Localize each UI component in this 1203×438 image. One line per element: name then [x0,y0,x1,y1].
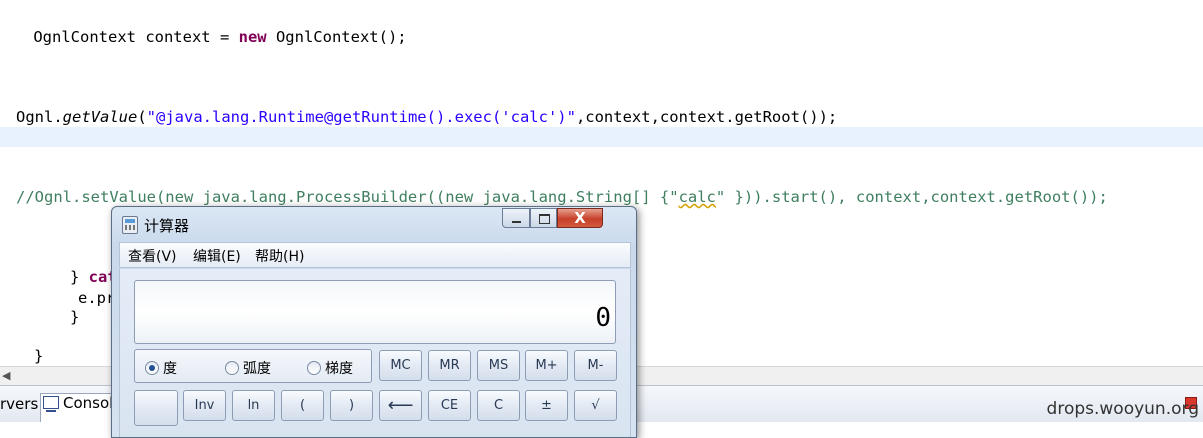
key-plus-minus[interactable]: ± [525,390,568,421]
code-line-brace-outer: } [34,347,44,365]
angle-mode-group: 度 弧度 梯度 [134,349,372,383]
minimize-button[interactable] [502,208,530,228]
radio-radians-label: 弧度 [243,361,271,377]
code-line-getvalue: Ognl.getValue("@java.lang.Runtime@getRun… [16,108,838,126]
calculator-display: 0 [134,280,616,344]
key-sqrt[interactable]: √ [574,390,617,421]
radio-grads-label: 梯度 [325,361,353,377]
code-line-context: OgnlContext context = new OgnlContext(); [24,28,407,46]
key-mplus[interactable]: M+ [525,350,568,381]
calculator-body: 0 度 弧度 梯度 MC MR MS M+ M- Inv ln ( ) ⟵ CE… [119,269,631,437]
code-line-catch: } cat [70,268,117,286]
key-ce[interactable]: CE [428,390,471,421]
close-button[interactable]: X [557,208,603,228]
tab-console[interactable]: Consol [40,393,121,422]
key-mc[interactable]: MC [379,350,422,381]
radio-icon [225,361,239,375]
maximize-button[interactable] [530,208,557,228]
tab-console-label: Consol [63,394,114,412]
tab-servers[interactable]: rvers [0,395,38,413]
key-close-paren[interactable]: ) [330,390,373,421]
key-open-paren[interactable]: ( [281,390,324,421]
console-icon [43,396,59,412]
calculator-window: 计算器 X 查看(V) 编辑(E) 帮助(H) 0 度 弧度 梯度 MC MR … [111,206,637,438]
calculator-icon [122,216,138,234]
key-ln[interactable]: ln [232,390,275,421]
code-line-printstacktrace: e.pr [78,289,116,307]
code-line-comment: //Ognl.setValue(new java.lang.ProcessBui… [16,188,1108,206]
code-line-brace-close: } [70,308,80,326]
watermark: drops.wooyun.org [1046,399,1199,419]
radio-selected-icon [145,361,159,375]
key-inv[interactable]: Inv [183,390,226,421]
key-mr[interactable]: MR [428,350,471,381]
radio-degrees-label: 度 [163,361,177,377]
window-controls: X [502,208,633,228]
radio-icon [307,361,321,375]
current-line-highlight [0,127,1203,147]
key-c[interactable]: C [477,390,520,421]
calculator-titlebar[interactable]: 计算器 X [112,207,636,239]
key-ms[interactable]: MS [477,350,520,381]
calculator-menubar: 查看(V) 编辑(E) 帮助(H) [119,242,631,268]
radio-grads[interactable]: 梯度 [307,358,353,378]
menu-help[interactable]: 帮助(H) [255,246,304,266]
scroll-left-icon[interactable]: ◀ [2,369,10,382]
radio-radians[interactable]: 弧度 [225,358,271,378]
radio-degrees[interactable]: 度 [145,358,177,378]
key-backspace[interactable]: ⟵ [379,390,422,421]
menu-view[interactable]: 查看(V) [128,246,177,266]
menu-edit[interactable]: 编辑(E) [193,246,241,266]
key-mminus[interactable]: M- [574,350,617,381]
display-value: 0 [595,303,611,333]
window-title: 计算器 [144,217,190,235]
